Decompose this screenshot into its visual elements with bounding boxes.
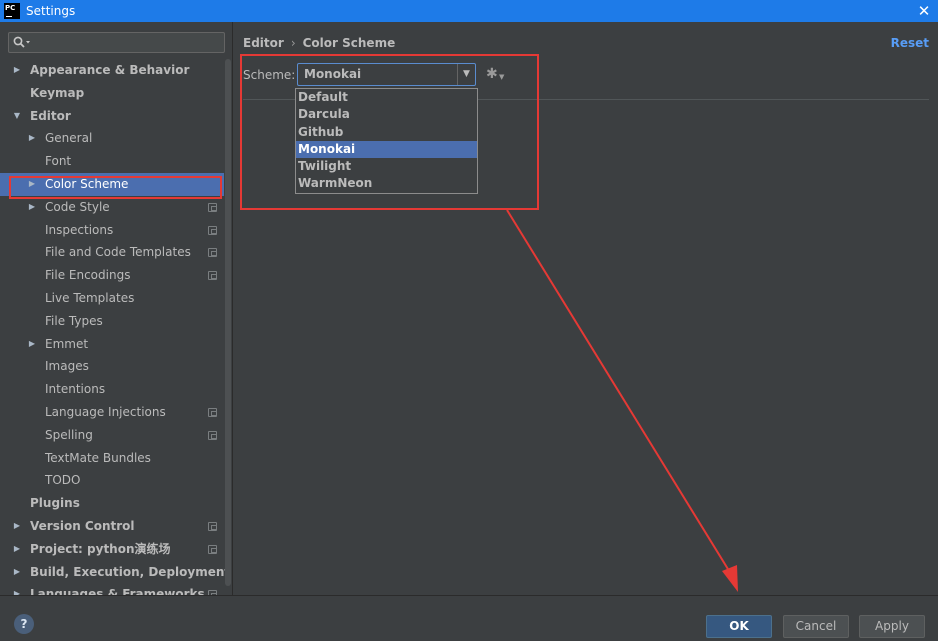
project-scope-icon [208, 248, 217, 258]
sidebar-item[interactable]: Live Templates [0, 287, 224, 310]
sidebar-item[interactable]: File and Code Templates [0, 241, 224, 264]
sidebar-item[interactable]: ▼ Editor [0, 105, 224, 128]
sidebar-item-label: TODO [45, 473, 81, 488]
dialog-footer: ? OK Cancel Apply [0, 595, 938, 641]
sidebar-item[interactable]: Intentions [0, 378, 224, 401]
sidebar-item-label: Font [45, 154, 72, 169]
project-scope-icon [208, 430, 217, 440]
project-scope-icon [208, 225, 217, 235]
project-scope-icon [208, 544, 217, 554]
sidebar-item[interactable]: Inspections [0, 219, 224, 242]
settings-tree: ▶ Appearance & Behavior Keymap ▼ Editor ▶ Gene… [0, 59, 230, 595]
sidebar-item-label: Languages & Frameworks [30, 587, 205, 595]
sidebar-item-label: Live Templates [45, 290, 135, 305]
chevron-right-icon[interactable]: ▶ [12, 561, 22, 584]
sidebar-item[interactable]: ▶ Project: python演练场 [0, 538, 224, 561]
sidebar-item[interactable]: Plugins [0, 492, 224, 515]
sidebar-item-label: Code Style [45, 199, 110, 214]
sidebar-item-label: Inspections [45, 222, 114, 237]
sidebar-scrollbar[interactable] [225, 59, 231, 586]
project-scope-icon [208, 202, 217, 212]
sidebar-item-label: Appearance & Behavior [30, 63, 190, 77]
reset-link[interactable]: Reset [891, 36, 929, 50]
settings-main-panel: Editor › Color Scheme Reset Scheme: Monoka… [234, 22, 938, 595]
sidebar-item-label: Spelling [45, 427, 93, 442]
sidebar-item-label: General [45, 131, 93, 146]
pycharm-app-icon: PC [4, 3, 20, 19]
sidebar-item-label: Intentions [45, 382, 106, 397]
sidebar-item[interactable]: ▶ General [0, 127, 224, 150]
breadcrumb-current: Color Scheme [302, 36, 396, 50]
ok-button[interactable]: OK [706, 615, 772, 638]
sidebar-item[interactable]: Language Injections [0, 401, 224, 424]
sidebar-item-label: Version Control [30, 518, 135, 533]
project-scope-icon [208, 407, 217, 417]
apply-button[interactable]: Apply [859, 615, 925, 638]
project-scope-icon [208, 521, 217, 531]
sidebar-item[interactable]: TODO [0, 469, 224, 492]
sidebar-item[interactable]: ▶ Appearance & Behavior [0, 59, 224, 82]
sidebar-item[interactable]: Font [0, 150, 224, 173]
sidebar-item[interactable]: ▶ Code Style [0, 196, 224, 219]
annotation-box-scheme [240, 54, 539, 210]
sidebar-item-label: Emmet [45, 336, 89, 351]
annotation-box-color-scheme [9, 176, 222, 199]
search-icon[interactable] [12, 35, 32, 51]
chevron-right-icon[interactable]: ▶ [27, 333, 37, 356]
window-title: Settings [26, 4, 76, 18]
chevron-right-icon[interactable]: ▶ [27, 196, 37, 219]
chevron-right-icon[interactable]: ▶ [12, 59, 22, 82]
title-bar: PC Settings ✕ [0, 0, 938, 22]
sidebar-item-label: Build, Execution, Deployment [30, 564, 231, 579]
sidebar-item[interactable]: Spelling [0, 424, 224, 447]
sidebar-item[interactable]: ▶ Build, Execution, Deployment [0, 561, 230, 584]
sidebar-item-label: File Encodings [45, 268, 131, 283]
sidebar-item[interactable]: File Encodings [0, 264, 224, 287]
breadcrumb-parent[interactable]: Editor [243, 36, 284, 50]
settings-sidebar: ▶ Appearance & Behavior Keymap ▼ Editor ▶ Gene… [0, 22, 233, 595]
chevron-right-icon[interactable]: ▶ [12, 515, 22, 538]
cancel-button[interactable]: Cancel [783, 615, 849, 638]
chevron-right-icon[interactable]: ▶ [27, 127, 37, 150]
sidebar-item[interactable]: Images [0, 355, 224, 378]
sidebar-item[interactable]: Keymap [0, 82, 224, 105]
project-scope-icon [208, 271, 217, 281]
sidebar-item-label: TextMate Bundles [45, 450, 151, 465]
sidebar-item[interactable]: ▶ Languages & Frameworks [0, 583, 224, 595]
chevron-down-icon[interactable]: ▼ [12, 105, 22, 128]
sidebar-item-label: Keymap [30, 85, 85, 100]
sidebar-item-label: File and Code Templates [45, 245, 191, 260]
sidebar-item-label: Editor [30, 108, 71, 123]
breadcrumb: Editor › Color Scheme [243, 36, 395, 50]
sidebar-item-label: Language Injections [45, 404, 166, 419]
chevron-right-icon[interactable]: ▶ [12, 538, 22, 561]
chevron-right-icon[interactable]: ▶ [12, 583, 22, 595]
search-input[interactable] [8, 32, 225, 53]
sidebar-item[interactable]: ▶ Emmet [0, 333, 224, 356]
help-icon[interactable]: ? [14, 614, 34, 634]
breadcrumb-separator: › [290, 36, 296, 50]
sidebar-item[interactable]: File Types [0, 310, 224, 333]
sidebar-item-label: File Types [45, 313, 103, 328]
app-icon-text: PC [5, 4, 16, 12]
sidebar-item-label: Plugins [30, 496, 80, 511]
sidebar-item[interactable]: TextMate Bundles [0, 447, 224, 470]
sidebar-item-label: Images [45, 359, 89, 374]
sidebar-item-label: Project: python演练场 [30, 541, 171, 556]
close-icon[interactable]: ✕ [910, 0, 938, 22]
sidebar-item[interactable]: ▶ Version Control [0, 515, 224, 538]
